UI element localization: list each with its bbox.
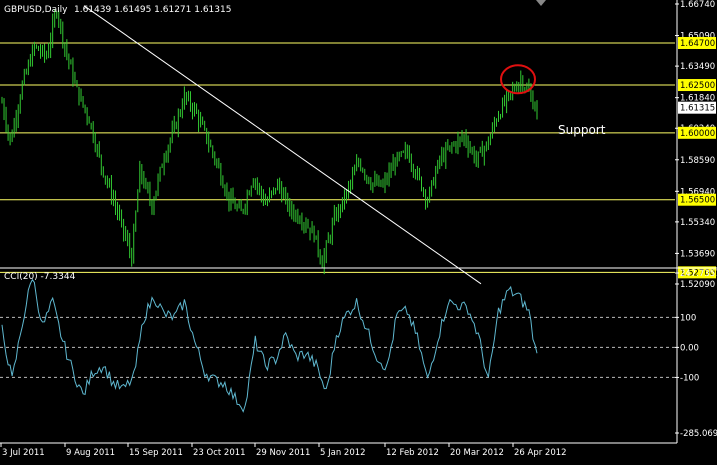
chart-background [0,0,717,461]
cci-tick-label: 247.7357 [680,269,717,279]
time-tick-label: 12 Feb 2012 [386,448,439,458]
cci-tick-label: 0.00 [680,343,699,353]
price-tick-label: 1.53690 [680,249,715,259]
ohlc-label: 1.61439 1.61495 1.61271 1.61315 [74,5,231,15]
cci-tick-label: -100 [680,373,699,383]
level-price-label: 1.60000 [680,129,715,139]
level-price-label: 1.62500 [680,81,715,91]
cci-indicator-label: CCI(20) -7.3344 [4,272,76,282]
price-tick-label: 1.66740 [680,0,715,10]
level-price-label: 1.64700 [680,39,715,49]
price-tick-label: 1.52090 [680,280,715,290]
time-tick-label: 20 Mar 2012 [450,448,504,458]
cci-tick-label: -285.0691 [680,429,717,439]
chart-window[interactable]: 1.667401.650901.634901.618401.602401.585… [0,0,717,461]
current-price-label: 1.61315 [680,104,715,114]
price-chart-svg[interactable]: 1.667401.650901.634901.618401.602401.585… [0,0,717,461]
time-tick-label: 15 Sep 2011 [129,448,183,458]
symbol-label: GBPUSD,Daily [4,5,68,15]
support-annotation: Support [558,123,606,137]
time-tick-label: 5 Jan 2012 [320,448,366,458]
time-tick-label: 9 Aug 2011 [66,448,115,458]
time-tick-label: 3 Jul 2011 [2,448,45,458]
price-tick-label: 1.58590 [680,156,715,166]
price-tick-label: 1.63490 [680,62,715,72]
level-price-label: 1.56500 [680,196,715,206]
time-tick-label: 29 Nov 2011 [256,448,310,458]
time-tick-label: 23 Oct 2011 [193,448,246,458]
cci-tick-label: 100 [680,313,696,323]
time-tick-label: 26 Apr 2012 [514,448,567,458]
price-tick-label: 1.55340 [680,218,715,228]
